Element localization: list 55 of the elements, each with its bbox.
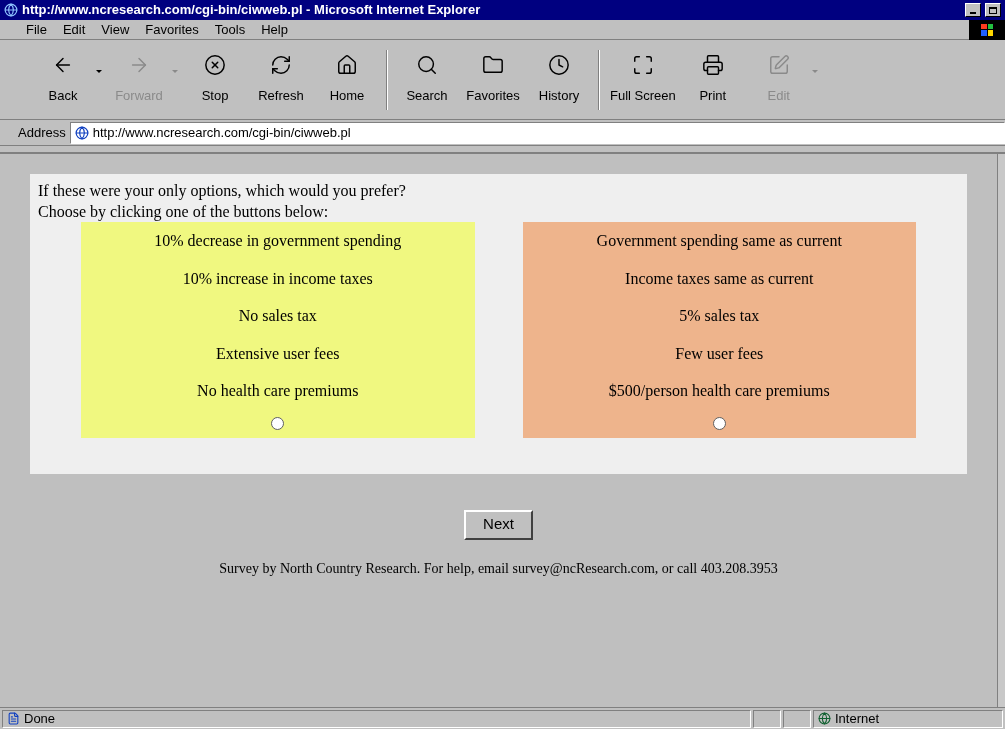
menu-item[interactable]: View: [93, 19, 138, 40]
toolbar-button[interactable]: Stop: [182, 48, 248, 111]
address-field[interactable]: http://www.ncresearch.com/cgi-bin/ciwweb.pl: [69, 121, 1005, 144]
toolbar-button[interactable]: History: [526, 48, 592, 111]
menu-item[interactable]: Edit: [54, 19, 94, 40]
question-text: Choose by clicking one of the buttons below:: [38, 202, 330, 222]
question-text: If these were your only options, which would you prefer?: [38, 181, 407, 201]
caret-icon: [172, 70, 178, 73]
minimize-button[interactable]: [965, 3, 981, 17]
radio-button[interactable]: [712, 416, 726, 430]
option-text: 5% sales tax: [679, 306, 760, 326]
search-icon: [416, 53, 438, 76]
menu-item[interactable]: File: [18, 19, 55, 40]
toolbar-button[interactable]: Home: [314, 48, 380, 111]
edit-icon: [767, 53, 790, 76]
option-text: Government spending same as current: [596, 231, 842, 252]
clock-icon: [548, 53, 570, 76]
option-text: Few user fees: [675, 343, 764, 364]
zone-text: Internet: [835, 709, 880, 728]
home-icon: [336, 53, 358, 76]
footer-text: Survey by North Country Research. For help, email survey@ncResearch.com, or call 403.208.3953: [218, 559, 779, 578]
option-text: $500/person health care premiums: [608, 381, 830, 402]
option-text: No sales tax: [238, 306, 317, 326]
option-text: 10% increase in income taxes: [182, 268, 373, 289]
toolbar-button[interactable]: Search: [394, 48, 460, 111]
toolbar-button[interactable]: Refresh: [248, 48, 314, 111]
menu-item[interactable]: Help: [253, 19, 296, 40]
option-text: Extensive user fees: [216, 343, 340, 364]
window-title: http://www.ncresearch.com/cgi-bin/ciwweb.pl - Microsoft Internet Explorer: [22, 1, 482, 20]
maximize-icon: [631, 53, 654, 76]
status-pane: [753, 709, 781, 728]
folder-icon: [482, 53, 504, 76]
next-button[interactable]: Next: [464, 509, 533, 540]
toolbar-button[interactable]: Favorites: [460, 48, 526, 111]
menu-item[interactable]: Favorites: [137, 19, 207, 40]
globe-icon: [818, 712, 831, 725]
address-label: Address: [18, 123, 66, 142]
stop-icon: [204, 53, 226, 76]
option-text: Income taxes same as current: [625, 268, 814, 289]
toolbar-button[interactable]: Full Screen: [606, 48, 680, 111]
browser-icon: [4, 3, 18, 17]
toolbar-button[interactable]: Print: [679, 48, 746, 111]
restore-button[interactable]: [985, 3, 1001, 17]
caret-icon: [96, 70, 102, 73]
refresh-icon: [270, 53, 292, 76]
status-text: Done: [24, 709, 56, 728]
windows-logo: [969, 19, 1005, 40]
status-pane: [783, 709, 811, 728]
menu-item[interactable]: Tools: [206, 19, 254, 40]
option-text: 10% decrease in government spending: [154, 231, 402, 252]
caret-icon: [811, 70, 818, 73]
radio-button[interactable]: [271, 416, 285, 430]
toolbar-button[interactable]: Back: [30, 48, 106, 111]
option-text: No health care premiums: [197, 381, 359, 402]
printer-icon: [701, 53, 724, 76]
